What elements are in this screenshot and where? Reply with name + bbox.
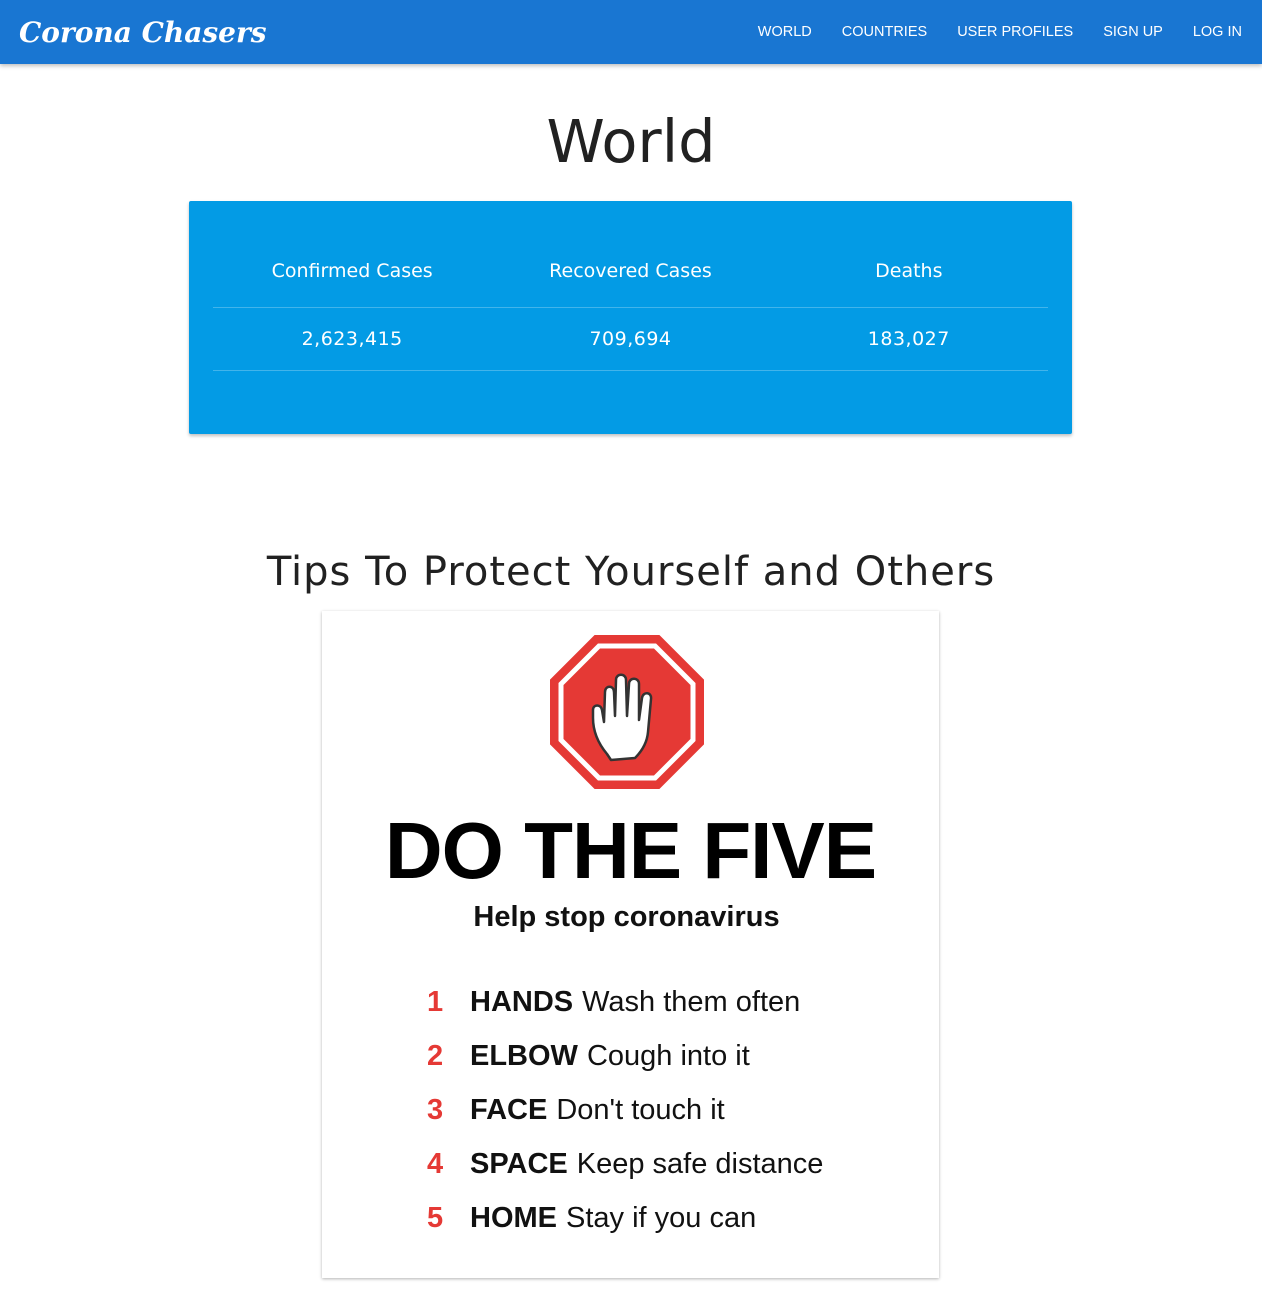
tip-text: Cough into it [586, 1039, 750, 1072]
tip-number: 1 [427, 985, 444, 1018]
tip-keyword: ELBOW [470, 1039, 578, 1072]
tip-item-space: 4 SPACE Keep safe distance [427, 1137, 927, 1191]
brand-logo[interactable]: Corona Chasers [19, 16, 267, 49]
page-title: World [546, 107, 716, 176]
tip-keyword: FACE [470, 1093, 548, 1126]
world-stats-card: Confirmed Cases Recovered Cases Deaths 2… [189, 201, 1072, 434]
tip-keyword: HOME [470, 1201, 557, 1234]
nav-link-world[interactable]: WORLD [758, 24, 812, 40]
tip-number: 5 [427, 1201, 444, 1234]
tip-number: 4 [427, 1147, 444, 1180]
tip-item-elbow: 2 ELBOW Cough into it [427, 1029, 927, 1083]
tip-number: 2 [427, 1039, 444, 1072]
world-stats-table: Confirmed Cases Recovered Cases Deaths 2… [213, 235, 1048, 371]
confirmed-cases-value: 2,623,415 [213, 307, 492, 371]
confirmed-cases-header: Confirmed Cases [213, 235, 492, 308]
tip-keyword: HANDS [470, 985, 574, 1018]
nav-links: WORLD COUNTRIES USER PROFILES SIGN UP LO… [728, 24, 1242, 40]
tip-keyword: SPACE [470, 1147, 568, 1180]
tip-list: 1 HANDS Wash them often 2 ELBOW Cough in… [427, 975, 927, 1245]
tip-number: 3 [427, 1093, 444, 1126]
tip-item-hands: 1 HANDS Wash them often [427, 975, 927, 1029]
tip-text: Keep safe distance [576, 1147, 824, 1180]
tip-text: Wash them often [582, 985, 801, 1018]
deaths-header: Deaths [769, 235, 1048, 308]
nav-link-countries[interactable]: COUNTRIES [842, 24, 927, 40]
recovered-cases-value: 709,694 [491, 307, 770, 371]
deaths-value: 183,027 [769, 307, 1048, 371]
poster-subhead: Help stop coronavirus [473, 901, 780, 933]
nav-link-sign-up[interactable]: SIGN UP [1103, 24, 1163, 40]
stats-value-row: 2,623,415 709,694 183,027 [213, 307, 1048, 371]
tip-text: Don't touch it [556, 1093, 725, 1126]
nav-link-user-profiles[interactable]: USER PROFILES [957, 24, 1073, 40]
tips-title: Tips To Protect Yourself and Others [266, 549, 996, 595]
stats-header-row: Confirmed Cases Recovered Cases Deaths [213, 235, 1048, 308]
tip-item-face: 3 FACE Don't touch it [427, 1083, 927, 1137]
nav-link-log-in[interactable]: LOG IN [1193, 24, 1242, 40]
tip-item-home: 5 HOME Stay if you can [427, 1191, 927, 1245]
do-the-five-poster: DO THE FIVE Help stop coronavirus 1 HAND… [322, 611, 939, 1278]
stop-hand-icon [550, 635, 704, 789]
tip-text: Stay if you can [566, 1201, 757, 1234]
top-navbar: Corona Chasers WORLD COUNTRIES USER PROF… [0, 0, 1262, 64]
recovered-cases-header: Recovered Cases [491, 235, 770, 308]
poster-headline: DO THE FIVE [384, 806, 877, 895]
